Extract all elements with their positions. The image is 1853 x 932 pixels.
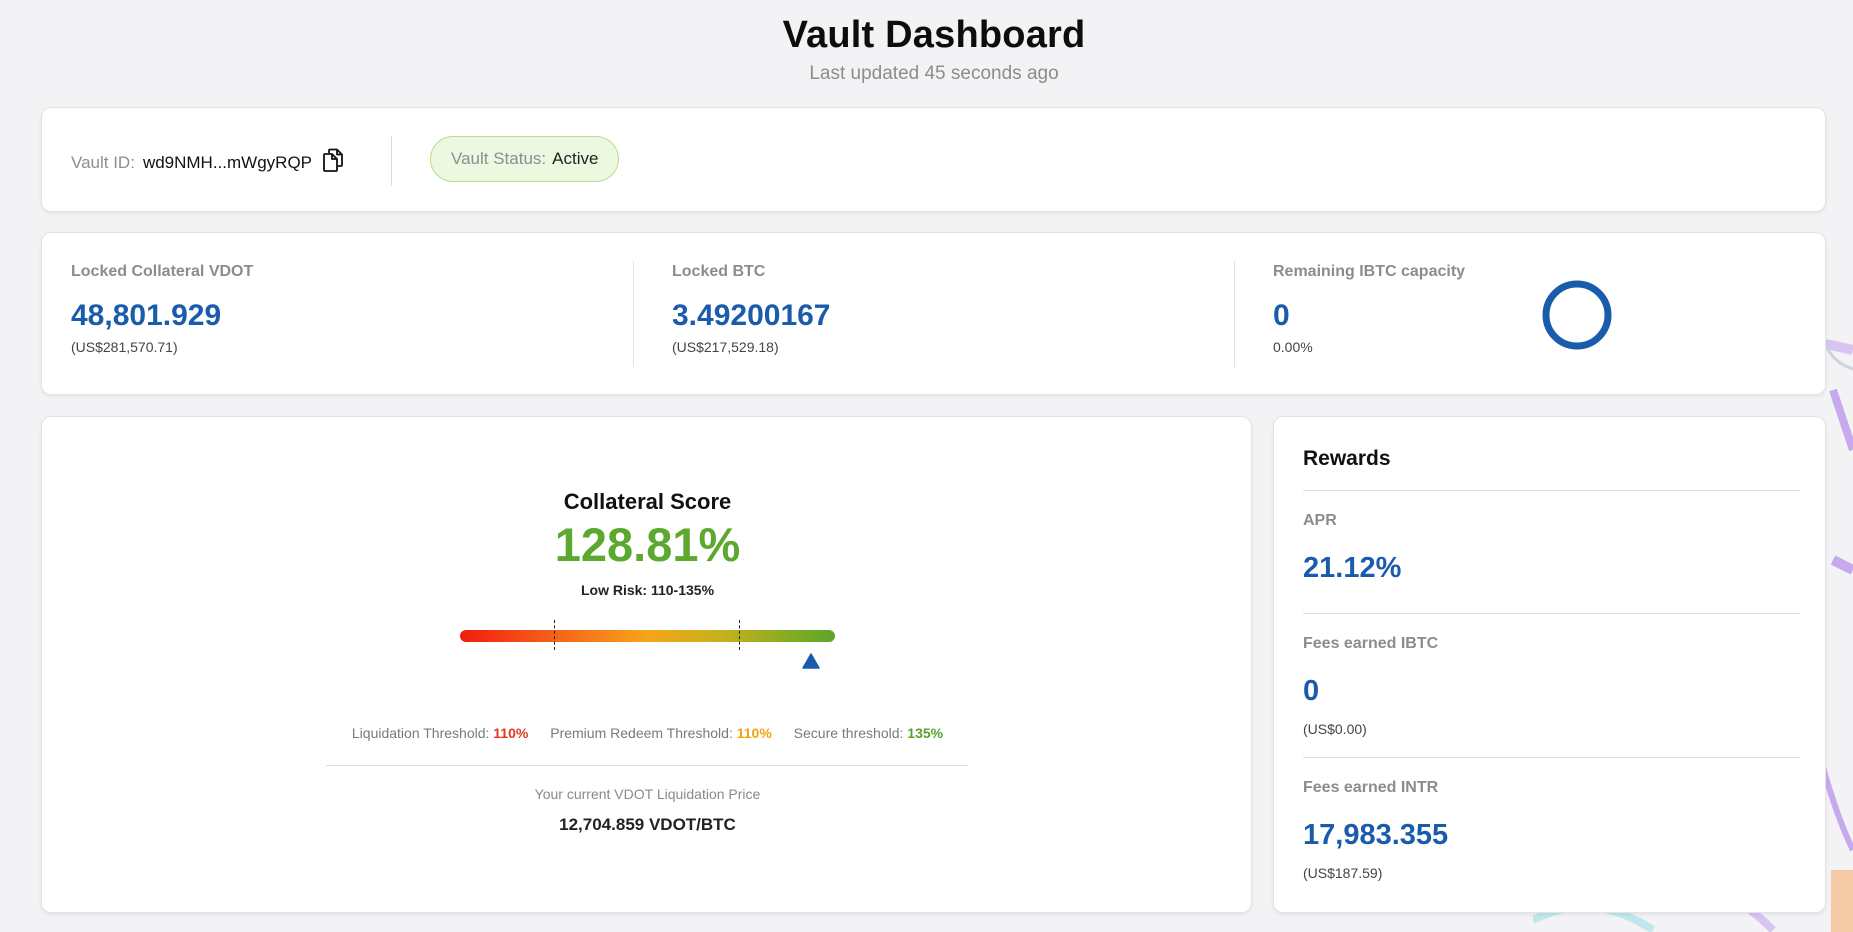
locked-btc-stat: Locked BTC 3.49200167 (US$217,529.18) [672,263,831,355]
secure-threshold-value: 135% [907,725,944,741]
locked-btc-usd: (US$217,529.18) [672,339,779,355]
premium-redeem-threshold-value: 110% [736,725,772,741]
collateral-score-title: Collateral Score [563,489,732,514]
divider [1303,490,1800,491]
vault-status-badge: Vault Status: Active [430,136,620,182]
liquidation-threshold: Liquidation Threshold: 110% [352,725,528,741]
vault-id-value: wd9NMH...mWgyRQP [142,153,312,172]
liquidation-tick [554,620,555,650]
locked-btc-value: 3.49200167 [672,299,831,332]
remaining-capacity-stat: Remaining IBTC capacity 0 0.00% [1273,263,1465,355]
remaining-capacity-value: 0 [1273,299,1290,332]
secure-threshold: Secure threshold: 135% [794,725,943,741]
liquidation-price-label: Your current VDOT Liquidation Price [534,786,761,802]
divider [1303,757,1800,758]
vault-info-card: Vault ID: wd9NMH...mWgyRQP Vault Status: A… [41,107,1826,212]
risk-range-text: Low Risk: 110-135% [580,582,715,598]
apr-label: APR [1303,512,1337,529]
locked-collateral-label: Locked Collateral VDOT [71,263,254,280]
secure-threshold-label: Secure threshold: [793,725,904,741]
vault-id-label: Vault ID: [71,153,135,172]
liquidation-threshold-label: Liquidation Threshold: [351,725,490,741]
liquidation-threshold-value: 110% [493,725,529,741]
page-title: Vault Dashboard [782,14,1086,56]
copy-icon[interactable] [322,148,344,177]
premium-redeem-threshold-label: Premium Redeem Threshold: [550,725,733,741]
locked-collateral-usd: (US$281,570.71) [71,339,178,355]
fees-intr-label: Fees earned INTR [1303,779,1439,796]
collateral-score-value: 128.81% [554,518,741,571]
divider [1303,613,1800,614]
threshold-legend: Liquidation Threshold: 110% Premium Rede… [42,725,1253,741]
apr-value: 21.12% [1303,552,1402,584]
divider [633,261,634,367]
premium-redeem-threshold: Premium Redeem Threshold: 110% [550,725,772,741]
secure-tick [739,620,740,650]
divider [1234,261,1235,367]
remaining-capacity-label: Remaining IBTC capacity [1273,263,1466,280]
vault-status-label: Vault Status: [451,149,547,168]
stats-card: Locked Collateral VDOT 48,801.929 (US$28… [41,232,1826,395]
ring-icon [1541,279,1613,356]
divider [391,136,392,186]
rewards-card: Rewards APR 21.12% Fees earned IBTC 0 (U… [1273,416,1826,913]
triangle-marker-icon [802,653,820,674]
vault-status-value: Active [552,149,599,168]
fees-intr-usd: (US$187.59) [1303,865,1383,881]
last-updated-text: Last updated 45 seconds ago [809,63,1059,84]
locked-collateral-stat: Locked Collateral VDOT 48,801.929 (US$28… [71,263,253,355]
fees-intr-value: 17,983.355 [1303,819,1449,851]
rewards-title: Rewards [1303,447,1391,470]
fees-ibtc-usd: (US$0.00) [1303,721,1367,737]
liquidation-price-value: 12,704.859 VDOT/BTC [559,815,736,834]
remaining-capacity-percent: 0.00% [1273,339,1313,355]
divider [326,765,968,766]
locked-collateral-value: 48,801.929 [71,299,222,332]
fees-ibtc-value: 0 [1303,675,1320,707]
fees-ibtc-label: Fees earned IBTC [1303,635,1439,652]
collateral-score-card: Collateral Score 128.81% Low Risk: 110-1… [41,416,1252,913]
score-gradient-bar [460,630,835,642]
locked-btc-label: Locked BTC [672,263,766,280]
page-header: Vault Dashboard Last updated 45 seconds … [0,14,1853,85]
vault-id: Vault ID: wd9NMH...mWgyRQP [71,148,344,177]
